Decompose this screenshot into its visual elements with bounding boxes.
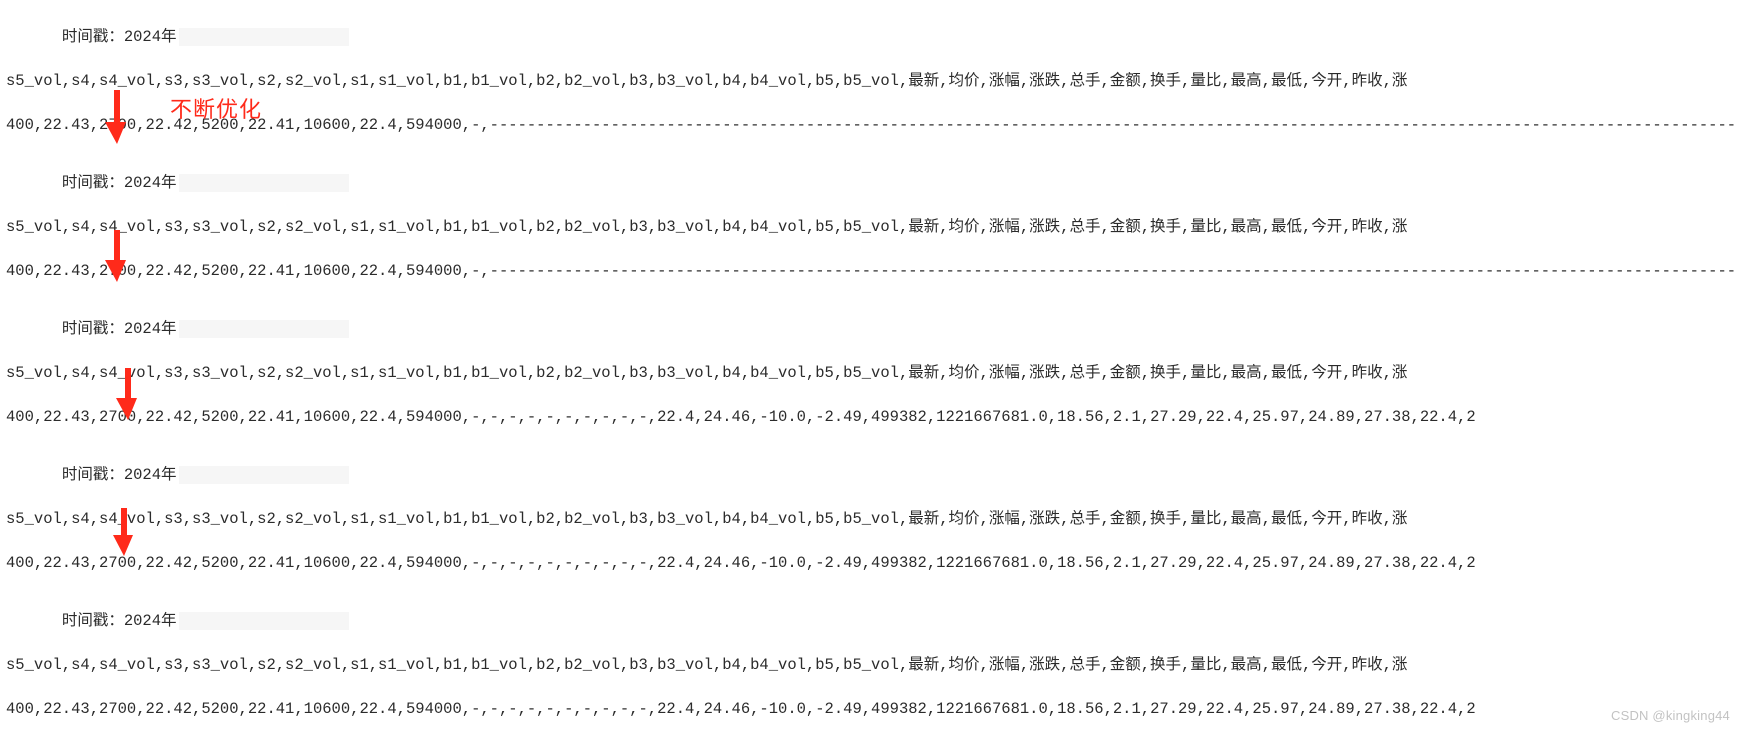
data-row: 400,22.43,2700,22.42,5200,22.41,10600,22…: [6, 406, 1736, 428]
log-block: 时间戳：2024年 s5_vol,s4,s4_vol,s3,s3_vol,s2,…: [6, 296, 1736, 428]
timestamp-row: 时间戳：2024年: [6, 442, 1736, 508]
timestamp-label: 时间戳：2024年: [62, 612, 177, 630]
blank-line: [6, 92, 1736, 114]
header-row: s5_vol,s4,s4_vol,s3,s3_vol,s2,s2_vol,s1,…: [6, 508, 1736, 530]
redaction-mask: [179, 612, 349, 630]
timestamp-row: 时间戳：2024年: [6, 150, 1736, 216]
data-row: 400,22.43,2700,22.42,5200,22.41,10600,22…: [6, 114, 1736, 136]
annotation-text: 不断优化: [170, 92, 262, 124]
data-row: 400,22.43,2700,22.42,5200,22.41,10600,22…: [6, 260, 1736, 282]
header-row: s5_vol,s4,s4_vol,s3,s3_vol,s2,s2_vol,s1,…: [6, 654, 1736, 676]
timestamp-label: 时间戳：2024年: [62, 320, 177, 338]
header-row: s5_vol,s4,s4_vol,s3,s3_vol,s2,s2_vol,s1,…: [6, 216, 1736, 238]
redaction-mask: [179, 28, 349, 46]
log-block: 时间戳：2024年 s5_vol,s4,s4_vol,s3,s3_vol,s2,…: [6, 4, 1736, 136]
data-row: 400,22.43,2700,22.42,5200,22.41,10600,22…: [6, 552, 1736, 574]
redaction-mask: [179, 320, 349, 338]
arrow-down-icon: [105, 230, 129, 282]
header-row: s5_vol,s4,s4_vol,s3,s3_vol,s2,s2_vol,s1,…: [6, 70, 1736, 92]
log-block: 时间戳：2024年 s5_vol,s4,s4_vol,s3,s3_vol,s2,…: [6, 588, 1736, 720]
log-block: 时间戳：2024年 s5_vol,s4,s4_vol,s3,s3_vol,s2,…: [6, 150, 1736, 282]
timestamp-label: 时间戳：2024年: [62, 28, 177, 46]
blank-line: [6, 238, 1736, 260]
watermark-text: CSDN @kingking44: [1611, 708, 1730, 723]
timestamp-label: 时间戳：2024年: [62, 466, 177, 484]
arrow-down-icon: [105, 90, 129, 144]
page-root: { "timestamp_label": "时间戳：2024年", "heade…: [0, 0, 1742, 729]
timestamp-label: 时间戳：2024年: [62, 174, 177, 192]
redaction-mask: [179, 174, 349, 192]
timestamp-row: 时间戳：2024年: [6, 296, 1736, 362]
header-row: s5_vol,s4,s4_vol,s3,s3_vol,s2,s2_vol,s1,…: [6, 362, 1736, 384]
log-block: 时间戳：2024年 s5_vol,s4,s4_vol,s3,s3_vol,s2,…: [6, 442, 1736, 574]
data-row: 400,22.43,2700,22.42,5200,22.41,10600,22…: [6, 698, 1736, 720]
timestamp-row: 时间戳：2024年: [6, 588, 1736, 654]
blank-line: [6, 530, 1736, 552]
arrow-down-icon: [113, 508, 135, 556]
blank-line: [6, 676, 1736, 698]
timestamp-row: 时间戳：2024年: [6, 4, 1736, 70]
redaction-mask: [179, 466, 349, 484]
blank-line: [6, 384, 1736, 406]
arrow-down-icon: [116, 368, 140, 420]
